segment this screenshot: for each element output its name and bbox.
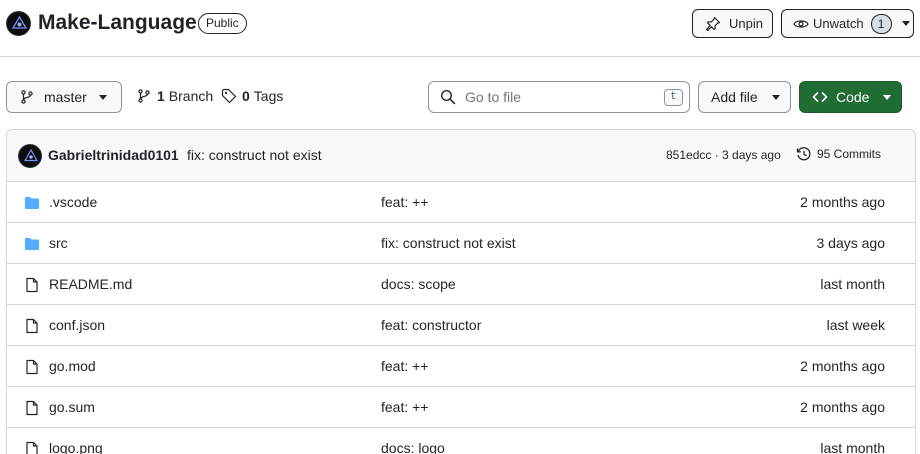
branch-name: master bbox=[44, 89, 87, 105]
file-commit-message[interactable]: docs: logo bbox=[381, 440, 445, 454]
folder-icon bbox=[25, 238, 39, 250]
git-branch-icon bbox=[138, 89, 150, 103]
file-icon bbox=[26, 277, 38, 293]
file-name[interactable]: src bbox=[49, 235, 68, 251]
file-icon bbox=[26, 441, 38, 454]
file-age: 2 months ago bbox=[800, 399, 885, 415]
go-to-file-search[interactable]: t bbox=[428, 81, 690, 113]
file-row[interactable]: logo.png docs: logo last month bbox=[7, 428, 915, 454]
tags-link[interactable]: 0 Tags bbox=[221, 88, 283, 104]
branch-selector-button[interactable]: master bbox=[6, 81, 122, 113]
file-row[interactable]: README.md docs: scope last month bbox=[7, 264, 915, 305]
file-row[interactable]: go.sum feat: ++ 2 months ago bbox=[7, 387, 915, 428]
file-age: 2 months ago bbox=[800, 194, 885, 210]
add-file-label: Add file bbox=[711, 89, 758, 105]
file-commit-message[interactable]: feat: ++ bbox=[381, 358, 428, 374]
file-row[interactable]: conf.json feat: constructor last week bbox=[7, 305, 915, 346]
unpin-button[interactable]: Unpin bbox=[692, 9, 773, 38]
watch-count-badge: 1 bbox=[870, 13, 892, 34]
folder-icon bbox=[25, 197, 39, 209]
logo-icon bbox=[19, 145, 41, 167]
file-age: last week bbox=[826, 317, 885, 333]
search-icon bbox=[440, 89, 456, 105]
commits-count-label: 95 Commits bbox=[817, 147, 882, 161]
file-name[interactable]: conf.json bbox=[49, 317, 105, 333]
file-icon bbox=[26, 400, 38, 416]
file-name[interactable]: go.mod bbox=[49, 358, 96, 374]
logo-icon bbox=[7, 12, 30, 35]
unpin-label: Unpin bbox=[729, 16, 763, 31]
unwatch-label: Unwatch bbox=[813, 16, 864, 31]
keyboard-shortcut-hint: t bbox=[664, 89, 683, 106]
file-age: 2 months ago bbox=[800, 358, 885, 374]
code-label: Code bbox=[836, 89, 870, 105]
branch-count-label: Branch bbox=[168, 88, 214, 104]
chevron-down-icon bbox=[98, 94, 107, 100]
go-to-file-input[interactable] bbox=[465, 89, 655, 105]
repo-name[interactable]: Make-Language bbox=[38, 10, 197, 36]
repo-header: Make-Language Public Unpin Unwatch 1 bbox=[0, 0, 920, 57]
code-button[interactable]: Code bbox=[799, 81, 902, 113]
file-icon bbox=[26, 318, 38, 334]
file-icon bbox=[26, 359, 38, 375]
chevron-down-icon bbox=[883, 94, 892, 100]
file-name[interactable]: logo.png bbox=[49, 440, 103, 454]
commit-author-avatar[interactable] bbox=[18, 144, 42, 168]
tag-count-label: Tags bbox=[253, 88, 284, 104]
file-browser: Gabrieltrinidad0101 fix: construct not e… bbox=[6, 129, 916, 454]
history-icon bbox=[796, 147, 811, 161]
pin-icon bbox=[705, 16, 721, 31]
repo-owner-avatar[interactable] bbox=[6, 11, 31, 36]
file-commit-message[interactable]: feat: ++ bbox=[381, 194, 428, 210]
code-icon bbox=[812, 92, 828, 102]
file-age: last month bbox=[820, 276, 885, 292]
file-age: 3 days ago bbox=[816, 235, 886, 251]
file-row[interactable]: go.mod feat: ++ 2 months ago bbox=[7, 346, 915, 387]
unwatch-button[interactable]: Unwatch 1 bbox=[781, 9, 914, 38]
file-age: last month bbox=[820, 440, 885, 454]
git-branch-icon bbox=[21, 90, 33, 104]
file-commit-message[interactable]: fix: construct not exist bbox=[381, 235, 516, 251]
branch-count: 1 bbox=[157, 88, 165, 104]
file-name[interactable]: go.sum bbox=[49, 399, 95, 415]
visibility-badge: Public bbox=[198, 13, 247, 34]
add-file-button[interactable]: Add file bbox=[698, 81, 791, 113]
commit-hash-and-time[interactable]: 851edcc · 3 days ago bbox=[666, 148, 781, 162]
chevron-down-icon bbox=[771, 94, 780, 100]
file-name[interactable]: .vscode bbox=[49, 194, 97, 210]
commits-history-link[interactable]: 95 Commits bbox=[796, 146, 881, 162]
tag-icon bbox=[221, 88, 237, 104]
branches-link[interactable]: 1 Branch bbox=[136, 88, 213, 104]
file-name[interactable]: README.md bbox=[49, 276, 132, 292]
file-row[interactable]: .vscode feat: ++ 2 months ago bbox=[7, 182, 915, 223]
file-commit-message[interactable]: feat: constructor bbox=[381, 317, 481, 333]
file-commit-message[interactable]: feat: ++ bbox=[381, 399, 428, 415]
tag-count: 0 bbox=[242, 88, 250, 104]
chevron-down-icon bbox=[901, 21, 910, 26]
latest-commit-bar: Gabrieltrinidad0101 fix: construct not e… bbox=[7, 130, 915, 182]
file-commit-message[interactable]: docs: scope bbox=[381, 276, 456, 292]
eye-icon bbox=[793, 19, 809, 28]
commit-message[interactable]: fix: construct not exist bbox=[187, 147, 322, 163]
commit-author[interactable]: Gabrieltrinidad0101 bbox=[48, 147, 179, 163]
file-row[interactable]: src fix: construct not exist 3 days ago bbox=[7, 223, 915, 264]
